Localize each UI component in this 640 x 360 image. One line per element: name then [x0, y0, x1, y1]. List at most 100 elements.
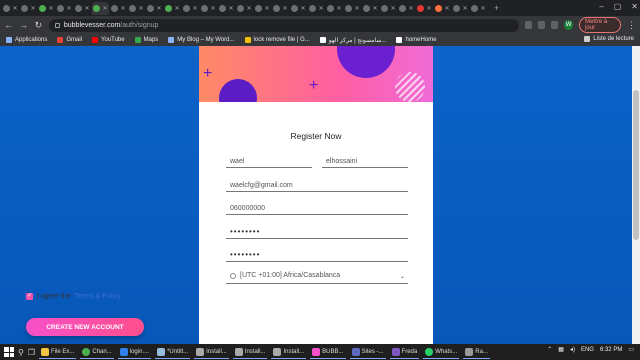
taskbar-app[interactable]: *Untitl... — [155, 345, 191, 359]
close-icon[interactable]: ✕ — [156, 5, 161, 12]
browser-tab[interactable]: ✕ — [164, 2, 181, 15]
forward-arrow-icon[interactable]: → — [19, 20, 28, 30]
browser-tab[interactable]: ✕ — [128, 2, 145, 15]
taskbar-app[interactable]: Install... — [194, 345, 229, 359]
key-icon[interactable] — [524, 21, 532, 29]
browser-tab[interactable]: ✕ — [416, 2, 433, 15]
browser-tab[interactable]: ✕ — [74, 2, 91, 15]
close-icon[interactable]: ✕ — [120, 5, 125, 12]
close-icon[interactable]: ✕ — [282, 5, 287, 12]
notification-icon[interactable]: ▭ — [628, 346, 634, 353]
close-icon[interactable]: ✕ — [444, 5, 449, 12]
address-bar[interactable]: bubblevesser.com/auth/signup — [48, 18, 519, 32]
phone-field[interactable]: 060000000 — [226, 201, 408, 215]
close-icon[interactable]: ✕ — [264, 5, 269, 12]
windows-start-icon[interactable] — [4, 347, 14, 357]
browser-tab[interactable]: ✕ — [380, 2, 397, 15]
minimize-icon[interactable]: – — [599, 2, 603, 11]
browser-tab[interactable]: ✕ — [452, 2, 469, 15]
email-field[interactable]: waelcfg@gmail.com — [226, 178, 408, 192]
taskbar-app[interactable]: BUBB... — [310, 345, 346, 359]
browser-tab[interactable]: ✕ — [110, 2, 127, 15]
task-view-icon[interactable]: ❐ — [28, 348, 35, 357]
extensions-puzzle-icon[interactable] — [551, 21, 559, 29]
close-icon[interactable]: ✕ — [462, 5, 467, 12]
taskbar-app[interactable]: Install... — [271, 345, 307, 359]
browser-tab[interactable]: ✕ — [56, 2, 73, 15]
network-icon[interactable]: ▦ — [558, 346, 564, 353]
close-icon[interactable]: ✕ — [174, 5, 179, 12]
browser-tab[interactable]: ✕ — [272, 2, 289, 15]
close-icon[interactable]: ✕ — [138, 5, 143, 12]
close-icon[interactable]: ✕ — [336, 5, 341, 12]
volume-icon[interactable]: ◂) — [570, 346, 575, 353]
chevron-up-icon[interactable]: ⌃ — [547, 346, 552, 353]
taskbar-app[interactable]: Sites -... — [349, 345, 386, 359]
close-icon[interactable]: ✕ — [318, 5, 323, 12]
close-icon[interactable]: ✕ — [228, 5, 233, 12]
close-icon[interactable]: ✕ — [192, 5, 197, 12]
browser-tab[interactable]: ✕ — [236, 2, 253, 15]
bookmark-item[interactable]: YouTube — [92, 37, 125, 43]
bookmark-item[interactable]: Maps — [134, 37, 158, 43]
close-icon[interactable]: ✕ — [426, 5, 431, 12]
browser-tab[interactable]: ✕ — [254, 2, 271, 15]
language-indicator[interactable]: ENG — [581, 347, 594, 353]
browser-tab[interactable]: ✕ — [182, 2, 199, 15]
close-icon[interactable]: ✕ — [84, 5, 89, 12]
menu-kebab-icon[interactable]: ⋮ — [627, 20, 636, 31]
browser-tab[interactable]: ✕ — [362, 2, 379, 15]
reload-icon[interactable]: ↻ — [34, 20, 43, 31]
close-icon[interactable]: ✕ — [66, 5, 71, 12]
create-account-button[interactable]: CREATE NEW ACCOUNT — [26, 318, 144, 336]
taskbar-app[interactable]: login.... — [117, 345, 152, 359]
browser-tab[interactable]: ✕ — [200, 2, 217, 15]
bookmark-item[interactable]: سامسونج | مركز الهو... — [319, 37, 386, 44]
bookmark-item[interactable]: My Blog – My Word... — [168, 37, 235, 43]
close-icon[interactable]: ✕ — [372, 5, 377, 12]
back-arrow-icon[interactable]: ← — [4, 20, 13, 30]
close-icon[interactable]: ✕ — [390, 5, 395, 12]
bookmark-item[interactable]: Applications — [6, 37, 47, 43]
maximize-icon[interactable]: ▢ — [614, 2, 622, 11]
taskbar-app[interactable]: Ra... — [463, 345, 490, 359]
close-icon[interactable]: ✕ — [300, 5, 305, 12]
scrollbar-thumb[interactable] — [633, 90, 639, 240]
password-confirm-field[interactable]: •••••••• — [226, 248, 408, 262]
new-tab-button[interactable]: + — [488, 2, 505, 15]
first-name-input[interactable]: wael — [226, 154, 312, 168]
close-icon[interactable]: ✕ — [30, 5, 35, 12]
close-icon[interactable]: ✕ — [480, 5, 485, 12]
taskbar-app[interactable]: File Ex... — [39, 345, 77, 359]
browser-tab[interactable]: ✕ — [146, 2, 163, 15]
browser-tab[interactable]: ✕ — [308, 2, 325, 15]
close-icon[interactable]: ✕ — [12, 5, 17, 12]
taskbar-app[interactable]: Whats... — [423, 345, 460, 359]
browser-tab[interactable]: ✕ — [218, 2, 235, 15]
browser-tab[interactable]: ✕ — [344, 2, 361, 15]
browser-tab-active[interactable]: ✕ — [92, 1, 109, 15]
bookmark-item[interactable]: homeHome — [396, 37, 437, 43]
timezone-select[interactable]: [UTC +01:00] Africa/Casablanca ⌄ — [226, 270, 408, 284]
star-icon[interactable] — [537, 21, 546, 29]
browser-tab[interactable]: ✕ — [326, 2, 343, 15]
bookmark-item[interactable]: lock remove file | G... — [244, 37, 310, 43]
close-icon[interactable]: ✕ — [102, 5, 107, 12]
password-field[interactable]: •••••••• — [226, 225, 408, 239]
browser-tab[interactable]: ✕ — [20, 2, 37, 15]
reading-list-button[interactable]: Liste de lecture — [584, 36, 634, 42]
update-button[interactable]: Mettre à jour — [579, 17, 621, 33]
terms-checkbox[interactable]: ✓ — [26, 293, 33, 300]
clock-time[interactable]: 6:32 PM — [600, 347, 622, 353]
taskbar-app[interactable]: Install... — [232, 345, 268, 359]
taskbar-app[interactable]: Freda — [389, 345, 420, 359]
browser-tab[interactable]: ✕ — [434, 2, 451, 15]
browser-tab[interactable]: ✕ — [290, 2, 307, 15]
browser-tab[interactable]: ✕ — [470, 2, 487, 15]
close-icon[interactable]: ✕ — [408, 5, 413, 12]
search-icon[interactable]: ⚲ — [18, 348, 24, 357]
browser-tab[interactable]: ✕ — [398, 2, 415, 15]
browser-tab[interactable]: ✕ — [38, 2, 55, 15]
close-icon[interactable]: ✕ — [48, 5, 53, 12]
terms-link[interactable]: Terms & Policy — [74, 293, 120, 300]
